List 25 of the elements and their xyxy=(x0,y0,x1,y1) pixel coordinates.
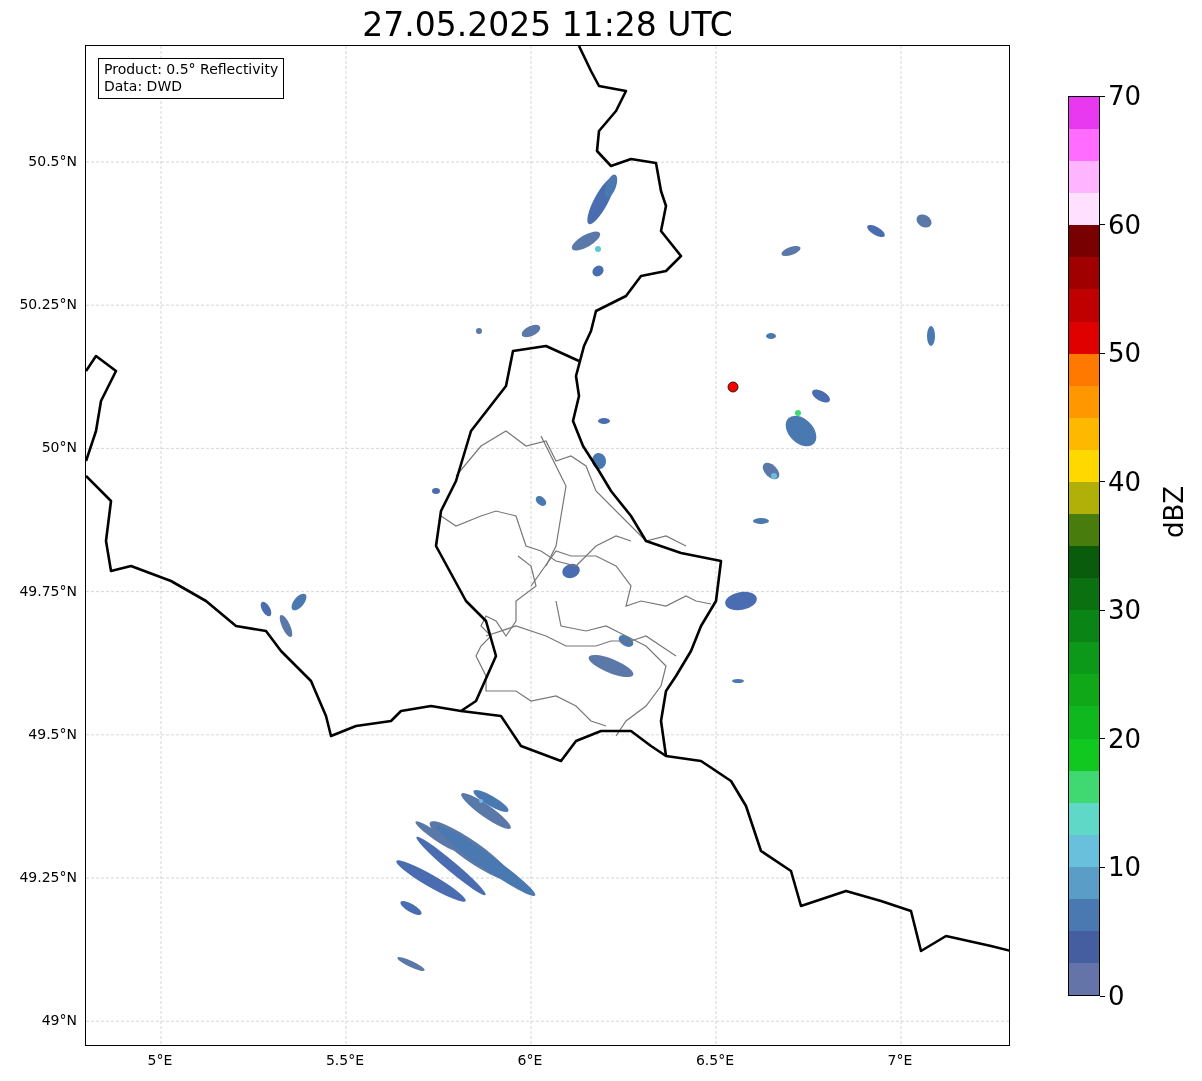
colorbar-tick-label: 70 xyxy=(1108,81,1142,111)
colorbar-tick-label: 20 xyxy=(1108,723,1142,754)
location-marker xyxy=(727,381,739,393)
info-text: Data: DWD xyxy=(104,78,183,95)
latitude-label: 49.75°N xyxy=(19,582,77,599)
longitude-label: 6°E xyxy=(517,1052,543,1068)
colorbar-tick-label: 60 xyxy=(1108,209,1142,240)
longitude-label: 5°E xyxy=(147,1052,173,1068)
latitude-label: 49.25°N xyxy=(19,869,77,885)
latitude-label: 49.5°N xyxy=(28,725,77,742)
longitude-label: 7°E xyxy=(887,1052,913,1068)
longitude-label: 6.5°E xyxy=(695,1052,735,1068)
colorbar-tick-label: 30 xyxy=(1108,595,1142,626)
latitude-label: 50.5°N xyxy=(28,153,77,169)
info-text: Product: 0.5° Reflectivity xyxy=(104,61,279,78)
colorbar-tick-label: 40 xyxy=(1108,466,1142,497)
chart-title: 27.05.2025 11:28 UTC xyxy=(362,5,733,45)
colorbar-tick-label: 50 xyxy=(1108,338,1142,369)
longitude-label: 5.5°E xyxy=(325,1052,365,1068)
latitude-label: 50.25°N xyxy=(19,296,77,313)
latitude-label: 49°N xyxy=(41,1012,77,1029)
colorbar-tick-label: 10 xyxy=(1108,852,1142,883)
colorbar-tick-label: 0 xyxy=(1108,981,1125,1011)
latitude-label: 50°N xyxy=(41,439,77,456)
colorbar-unit-label: dBZ xyxy=(1159,485,1190,539)
